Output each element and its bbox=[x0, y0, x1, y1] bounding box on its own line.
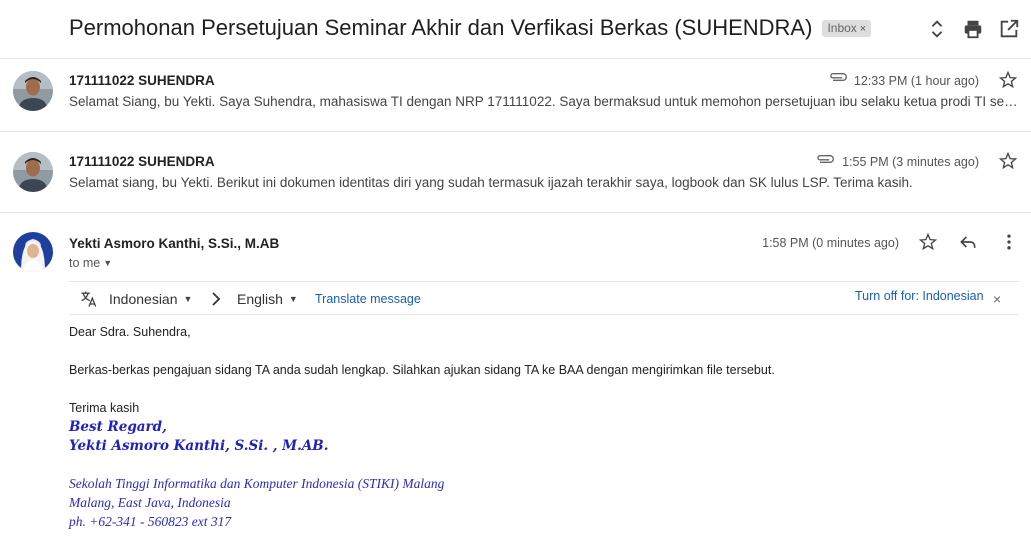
chevron-down-icon: ▼ bbox=[288, 294, 298, 304]
signature-name: Yekti Asmoro Kanthi, S.Si. , M.AB. bbox=[69, 438, 329, 454]
closing: Terima kasih bbox=[69, 401, 140, 415]
message-collapsed-2[interactable]: 171111022 SUHENDRA 1:55 PM (3 minutes ag… bbox=[0, 131, 1031, 212]
print-icon[interactable] bbox=[962, 18, 984, 40]
signature-phone: ph. +62-341 - 560823 ext 317 bbox=[69, 514, 232, 529]
target-language-label: English bbox=[237, 291, 283, 307]
message-snippet[interactable]: Selamat Siang, bu Yekti. Saya Suhendra, … bbox=[69, 94, 1019, 109]
star-icon[interactable] bbox=[918, 232, 938, 252]
signature-organization: Sekolah Tinggi Informatika dan Komputer … bbox=[69, 476, 445, 491]
message-snippet[interactable]: Selamat siang, bu Yekti. Berikut ini dok… bbox=[69, 175, 1019, 190]
close-translate-bar-button[interactable]: × bbox=[993, 291, 1001, 307]
chevron-down-icon: ▼ bbox=[183, 294, 193, 304]
greeting: Dear Sdra. Suhendra, bbox=[69, 325, 191, 339]
message-time[interactable]: 1:55 PM (3 minutes ago) bbox=[842, 155, 979, 169]
email-subject: Permohonan Persetujuan Seminar Akhir dan… bbox=[69, 15, 872, 41]
remove-label-button[interactable]: × bbox=[860, 23, 866, 35]
star-icon[interactable] bbox=[998, 151, 1018, 171]
star-icon[interactable] bbox=[998, 70, 1018, 90]
avatar[interactable] bbox=[13, 71, 53, 111]
open-in-new-window-icon[interactable] bbox=[998, 18, 1020, 40]
recipient-dropdown[interactable]: to me ▼ bbox=[69, 256, 112, 270]
more-options-icon[interactable] bbox=[999, 232, 1019, 252]
message-time[interactable]: 12:33 PM (1 hour ago) bbox=[854, 74, 979, 88]
inbox-label-chip[interactable]: Inbox × bbox=[822, 20, 872, 37]
avatar[interactable] bbox=[13, 152, 53, 192]
reply-icon[interactable] bbox=[958, 232, 978, 252]
body-paragraph: Berkas-berkas pengajuan sidang TA anda s… bbox=[69, 363, 775, 377]
subject-title: Permohonan Persetujuan Seminar Akhir dan… bbox=[69, 15, 813, 40]
signature-city: Malang, East Java, Indonesia bbox=[69, 495, 231, 510]
inbox-label-text: Inbox bbox=[827, 21, 857, 35]
chevron-right-icon bbox=[212, 292, 221, 306]
sender-name: 171111022 SUHENDRA bbox=[69, 73, 215, 88]
sender-name: Yekti Asmoro Kanthi, S.Si., M.AB bbox=[69, 236, 280, 251]
translate-icon bbox=[81, 291, 97, 307]
subject-bar: Permohonan Persetujuan Seminar Akhir dan… bbox=[0, 0, 1031, 58]
expand-collapse-icon[interactable] bbox=[926, 18, 948, 40]
avatar[interactable] bbox=[13, 232, 53, 272]
target-language-select[interactable]: English ▼ bbox=[237, 291, 298, 307]
divider bbox=[0, 212, 1031, 213]
attachment-icon bbox=[817, 155, 834, 163]
attachment-icon bbox=[830, 73, 847, 81]
recipient-label: to me bbox=[69, 256, 101, 270]
sender-name: 171111022 SUHENDRA bbox=[69, 154, 215, 169]
source-language-label: Indonesian bbox=[109, 291, 178, 307]
chevron-down-icon: ▼ bbox=[103, 258, 113, 268]
translate-bar: Indonesian ▼ English ▼ Translate message T… bbox=[69, 281, 1019, 315]
translate-message-link[interactable]: Translate message bbox=[315, 292, 421, 306]
signature-greeting: Best Regard, bbox=[69, 419, 167, 435]
turn-off-translation-link[interactable]: Turn off for: Indonesian bbox=[855, 289, 984, 303]
message-time[interactable]: 1:58 PM (0 minutes ago) bbox=[762, 236, 899, 250]
source-language-select[interactable]: Indonesian ▼ bbox=[109, 291, 192, 307]
message-collapsed-1[interactable]: 171111022 SUHENDRA 12:33 PM (1 hour ago)… bbox=[0, 58, 1031, 131]
